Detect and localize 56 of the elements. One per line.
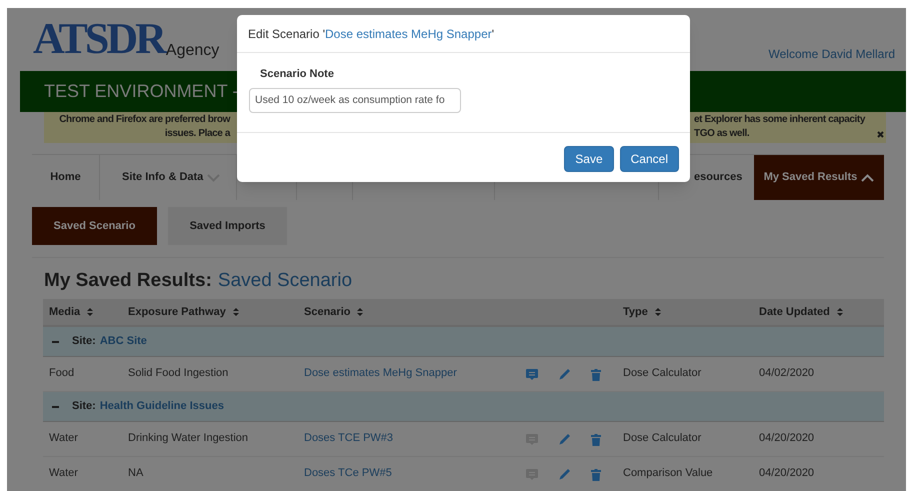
- site-link[interactable]: Health Guideline Issues: [100, 398, 224, 415]
- table-cell: Comparison Value: [623, 467, 713, 479]
- sort-icon: [654, 308, 661, 316]
- table-cell: Solid Food Ingestion: [128, 367, 228, 379]
- page-heading: My Saved Results:: [44, 270, 212, 292]
- column-header[interactable]: Scenario: [304, 304, 350, 320]
- table-cell: 04/20/2020: [759, 467, 814, 479]
- table-cell: Water: [49, 432, 78, 444]
- notice-text: et Explorer has some inherent capacity: [694, 113, 866, 127]
- welcome-link[interactable]: Welcome David Mellard: [768, 45, 895, 71]
- field-label: Scenario Note: [259, 67, 335, 82]
- site-link[interactable]: ABC Site: [100, 333, 147, 350]
- trash-icon[interactable]: [591, 468, 601, 481]
- note-field[interactable]: Used 10 oz/week as consumption rate fo: [249, 88, 461, 112]
- notice-text: issues. Place a: [164, 127, 230, 141]
- comment-icon[interactable]: [526, 369, 538, 380]
- table-cell: Drinking Water Ingestion: [128, 432, 248, 444]
- scenario-link[interactable]: Doses TCE PW#3: [304, 432, 394, 444]
- logo-subtext: Agency: [166, 43, 220, 61]
- modal-title: Edit Scenario 'Dose estimates MeHg Snapper': [248, 26, 494, 42]
- section-heading: Saved Scenario: [218, 270, 352, 292]
- sort-icon: [357, 308, 364, 316]
- pencil-icon[interactable]: [559, 469, 570, 480]
- logo-text: ATSDR: [33, 17, 164, 61]
- column-header[interactable]: Date Updated: [759, 304, 830, 320]
- nav-tab[interactable]: My Saved Results: [754, 155, 884, 200]
- column-header[interactable]: Exposure Pathway: [128, 304, 226, 320]
- sort-icon: [87, 308, 94, 316]
- close-icon[interactable]: [877, 130, 884, 138]
- pencil-icon[interactable]: [559, 434, 570, 446]
- pencil-icon[interactable]: [559, 369, 570, 380]
- scenario-link[interactable]: Doses TCe PW#5: [304, 467, 392, 479]
- table-cell: 04/02/2020: [759, 367, 814, 379]
- table-cell: NA: [128, 467, 144, 479]
- save-button[interactable]: Save: [564, 146, 614, 172]
- table-cell: 04/20/2020: [759, 432, 814, 444]
- scenario-link[interactable]: Dose estimates MeHg Snapper: [325, 26, 492, 40]
- trash-icon[interactable]: [591, 434, 601, 446]
- scenario-link[interactable]: Dose estimates MeHg Snapper: [304, 367, 457, 379]
- nav-tab[interactable]: Home: [32, 155, 100, 200]
- subtab[interactable]: Saved Scenario: [32, 207, 157, 245]
- column-header[interactable]: Type: [623, 304, 648, 320]
- column-header[interactable]: Media: [49, 304, 80, 320]
- table-cell: Food: [49, 367, 74, 379]
- table-cell: Dose Calculator: [623, 367, 702, 379]
- group-label: Site:: [72, 334, 96, 350]
- table-cell: Water: [49, 467, 78, 479]
- notice-text: Chrome and Firefox are preferred brow: [59, 113, 230, 127]
- group-label: Site:: [72, 399, 96, 414]
- sort-icon: [232, 308, 239, 316]
- trash-icon[interactable]: [591, 368, 601, 381]
- notice-text: TGO as well.: [694, 127, 750, 141]
- sort-icon: [836, 308, 843, 316]
- cancel-button[interactable]: Cancel: [620, 146, 679, 172]
- table-cell: Dose Calculator: [623, 432, 702, 444]
- subtab[interactable]: Saved Imports: [168, 207, 287, 245]
